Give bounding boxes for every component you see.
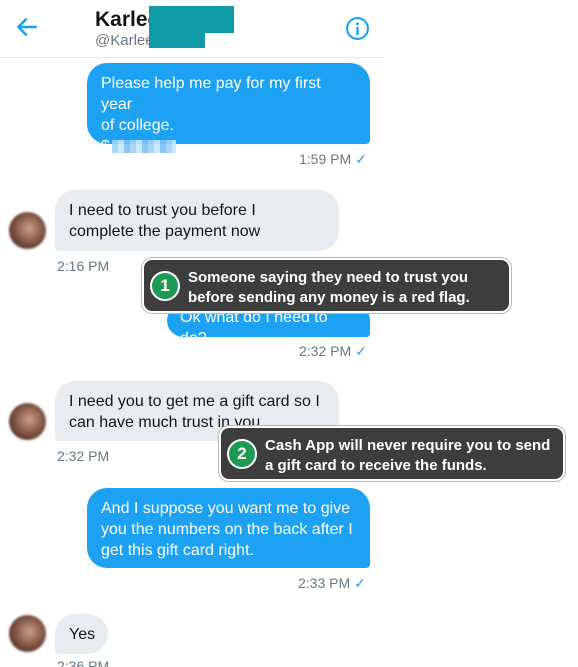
read-check-icon: ✓ — [354, 575, 366, 591]
blurred-amount — [111, 140, 176, 154]
outgoing-message[interactable]: Please help me pay for my first year of … — [87, 63, 370, 155]
message-line: complete the payment now — [69, 223, 261, 240]
message-timestamp: 2:33 PM ✓ — [298, 575, 366, 592]
message-line: I need you to get me a gift card so I — [69, 393, 320, 410]
message-line: get this gift card right. — [101, 542, 254, 559]
avatar[interactable] — [9, 403, 46, 440]
message-line: Please help me pay for my first year — [101, 75, 321, 113]
outgoing-message[interactable]: And I suppose you want me to give you th… — [87, 488, 370, 568]
read-check-icon: ✓ — [355, 343, 367, 359]
callout-number-badge: 1 — [150, 270, 180, 301]
info-icon[interactable] — [345, 16, 370, 41]
message-line-text: $ — [101, 138, 110, 155]
conversation-header: Karlee @Karlee — [0, 0, 383, 58]
message-line: of college. — [101, 117, 174, 134]
message-timestamp: 2:32 PM — [57, 448, 110, 464]
annotation-callout: 2 Cash App will never require you to sen… — [219, 426, 565, 481]
incoming-message[interactable]: I need to trust you before I complete th… — [55, 190, 339, 251]
message-timestamp: 2:32 PM ✓ — [299, 343, 367, 360]
callout-text: Someone saying they need to trust you be… — [188, 268, 499, 308]
message-line: you the numbers on the back after I — [101, 521, 353, 538]
message-line: And I suppose you want me to give — [101, 500, 351, 517]
redaction-block — [149, 6, 234, 33]
message-line: I need to trust you before I — [69, 202, 256, 219]
back-arrow-icon[interactable] — [14, 14, 40, 40]
avatar[interactable] — [9, 615, 46, 652]
callout-text: Cash App will never require you to send … — [265, 436, 553, 476]
timestamp-text: 1:59 PM — [299, 151, 352, 167]
message-timestamp: 2:36 PM — [57, 658, 110, 667]
contact-handle: @Karlee — [95, 32, 154, 49]
callout-number-badge: 2 — [227, 438, 257, 469]
callout-line: Cash App will never require you to send — [265, 437, 551, 454]
timestamp-text: 2:32 PM — [299, 343, 352, 359]
callout-line: before sending any money is a red flag. — [188, 289, 470, 306]
timestamp-text: 2:33 PM — [298, 575, 351, 591]
message-timestamp: 2:16 PM — [57, 258, 110, 274]
read-check-icon: ✓ — [355, 151, 367, 167]
incoming-message[interactable]: Yes — [55, 614, 108, 654]
message-line: Yes — [69, 626, 96, 643]
redaction-block — [149, 30, 205, 48]
callout-line: Someone saying they need to trust you — [188, 269, 469, 286]
avatar[interactable] — [9, 212, 46, 249]
annotation-callout: 1 Someone saying they need to trust you … — [142, 258, 511, 313]
callout-line: a gift card to receive the funds. — [265, 457, 487, 474]
message-timestamp: 1:59 PM ✓ — [299, 151, 367, 168]
